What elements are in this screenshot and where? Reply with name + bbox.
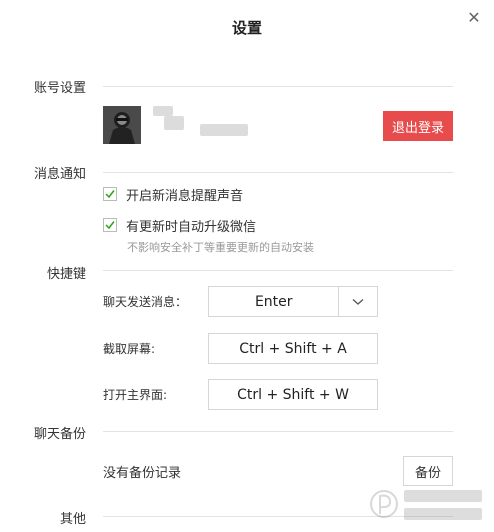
checkbox-checked-icon[interactable] xyxy=(103,218,117,232)
section-label-other: 其他 xyxy=(60,512,87,527)
auto-update-option[interactable]: 有更新时自动升级微信 xyxy=(103,216,257,235)
watermark-logo xyxy=(368,480,488,528)
divider xyxy=(103,172,453,173)
divider xyxy=(103,86,453,87)
chevron-down-icon[interactable] xyxy=(338,287,377,316)
screenshot-label: 截取屏幕: xyxy=(103,342,156,356)
section-label-backup: 聊天备份 xyxy=(34,427,87,442)
section-label-account: 账号设置 xyxy=(34,81,87,96)
main-window-hotkey-field[interactable]: Ctrl + Shift + W xyxy=(208,379,378,410)
send-key-value: Enter xyxy=(254,293,293,310)
divider xyxy=(103,270,453,271)
notify-sound-option[interactable]: 开启新消息提醒声音 xyxy=(103,185,244,204)
blurred-nickname xyxy=(164,116,184,130)
send-message-label: 聊天发送消息： xyxy=(103,295,188,309)
send-key-select[interactable]: Enter xyxy=(208,286,378,317)
checkbox-checked-icon[interactable] xyxy=(103,187,117,201)
blurred-nickname xyxy=(153,106,173,116)
notify-sound-label: 开启新消息提醒声音 xyxy=(126,188,244,204)
settings-dialog: 设置 ✕ 账号设置 退出登录 消息通知 开启新消息提醒声音 有更新时自动升级微信… xyxy=(0,0,494,530)
section-label-notifications: 消息通知 xyxy=(34,167,87,182)
avatar xyxy=(103,106,141,144)
dialog-title: 设置 xyxy=(231,19,262,37)
auto-update-hint: 不影响安全补丁等重要更新的自动安装 xyxy=(127,241,314,254)
logout-button[interactable]: 退出登录 xyxy=(383,111,453,141)
blurred-account-id xyxy=(200,124,248,136)
backup-status: 没有备份记录 xyxy=(103,466,182,481)
open-main-window-label: 打开主界面: xyxy=(103,388,168,402)
screenshot-hotkey-field[interactable]: Ctrl + Shift + A xyxy=(208,333,378,364)
close-icon[interactable]: ✕ xyxy=(466,10,482,26)
section-label-shortcuts: 快捷键 xyxy=(47,267,87,282)
divider xyxy=(103,431,453,432)
auto-update-label: 有更新时自动升级微信 xyxy=(126,219,257,235)
